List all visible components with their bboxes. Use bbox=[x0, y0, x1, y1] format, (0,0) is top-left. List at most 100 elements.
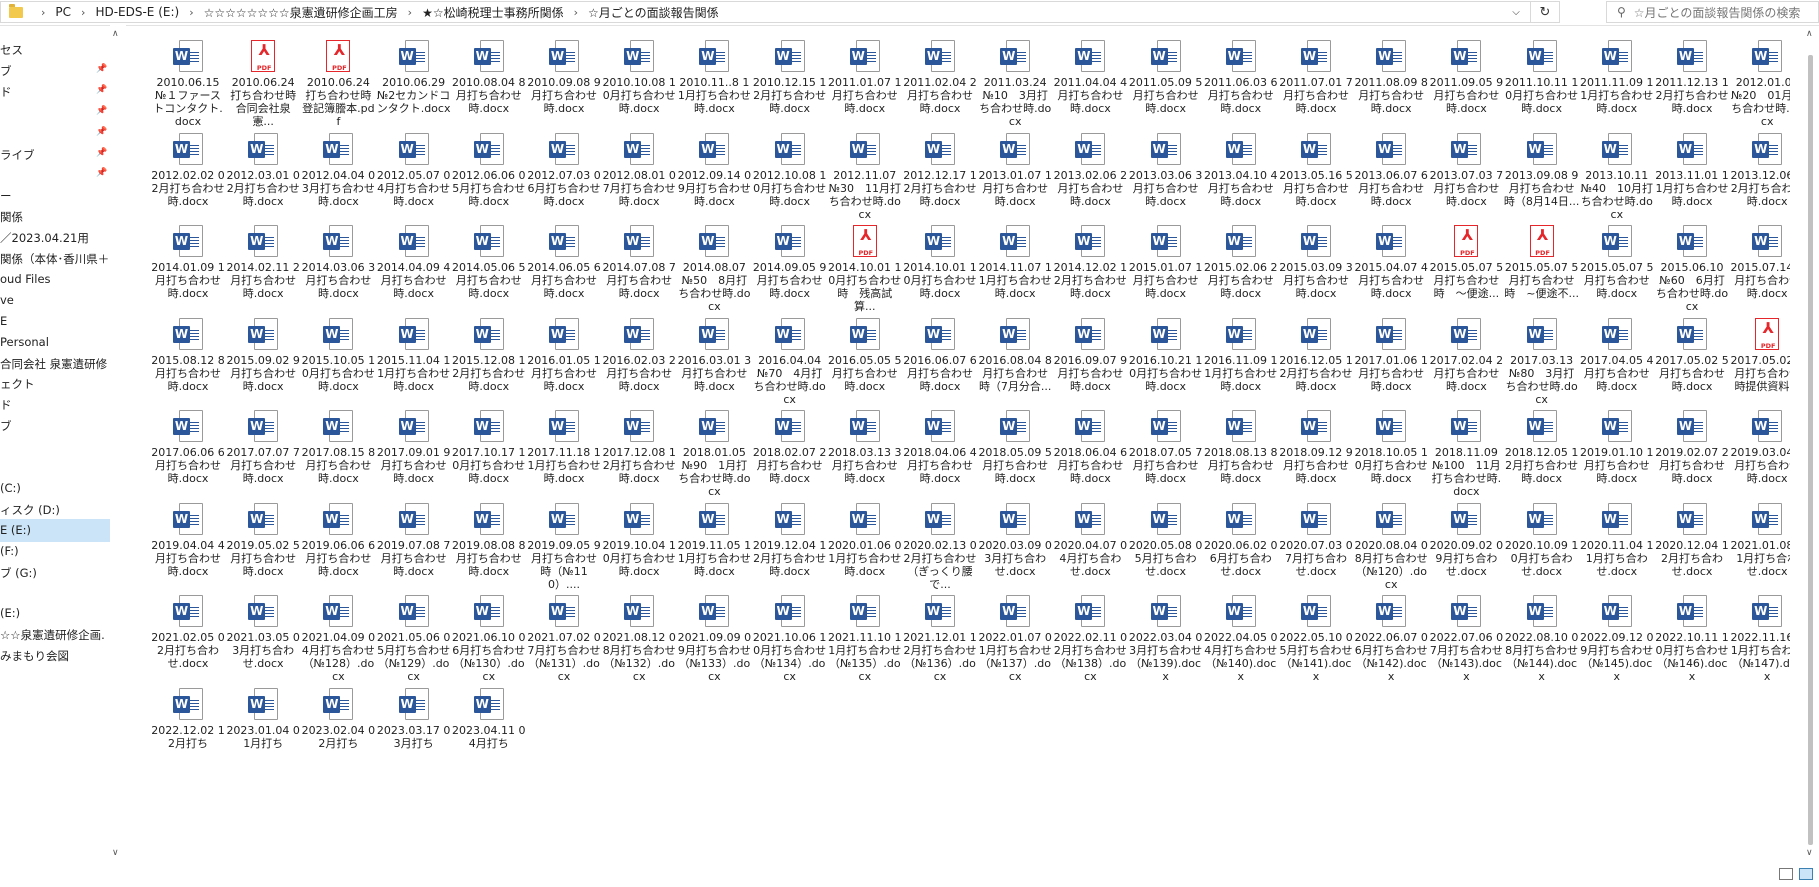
word-file-item[interactable]: 2018.03.13 3月打ち合わせ時.docx bbox=[827, 410, 903, 485]
word-file-item[interactable]: 2013.02.06 2月打ち合わせ時.docx bbox=[1052, 132, 1128, 208]
pdf-file-item[interactable]: ⅄ PDF 2015.05.07 5月打ち合わせ時 ~便途不... bbox=[1504, 225, 1580, 300]
word-file-item[interactable]: 2022.01.07 01月打ち合わせ（№137）.docx bbox=[977, 595, 1053, 683]
word-file-item[interactable]: 2011.08.09 8月打ち合わせ時.docx bbox=[1353, 40, 1429, 115]
scroll-up-icon[interactable]: ∧ bbox=[1806, 29, 1813, 39]
nav-item[interactable]: セス bbox=[0, 42, 23, 58]
nav-item[interactable]: (C:) bbox=[0, 481, 21, 495]
word-file-item[interactable]: 2017.02.04 2月打ち合わせ時.docx bbox=[1428, 317, 1504, 393]
word-file-item[interactable]: 2011.03.24 №10 3月打ち合わせ時.docx bbox=[977, 40, 1053, 128]
word-file-item[interactable]: 2016.02.03 2月打ち合わせ時.docx bbox=[601, 317, 677, 393]
word-file-item[interactable]: 2021.06.10 06月打ち合わせ（№130）.docx bbox=[451, 595, 527, 683]
word-file-item[interactable]: 2016.06.07 6月打ち合わせ時.docx bbox=[902, 317, 978, 393]
word-file-item[interactable]: 2022.08.10 08月打ち合わせ（№144).docx bbox=[1504, 595, 1580, 683]
word-file-item[interactable]: 2015.11.04 11月打ち合わせ時.docx bbox=[376, 317, 452, 393]
word-file-item[interactable]: 2022.05.10 05月打ち合わせ（№141).docx bbox=[1278, 595, 1354, 683]
word-file-item[interactable]: 2021.08.12 08月打ち合わせ（№132）.docx bbox=[601, 595, 677, 683]
word-file-item[interactable]: 2015.09.02 9月打ち合わせ時.docx bbox=[225, 317, 301, 393]
chevron-right-icon[interactable]: › bbox=[81, 6, 85, 19]
nav-item[interactable]: みまもり会図 bbox=[0, 648, 69, 664]
details-view-icon[interactable] bbox=[1779, 868, 1793, 880]
word-file-item[interactable]: 2019.05.02 5月打ち合わせ時.docx bbox=[225, 502, 301, 578]
pdf-file-item[interactable]: ⅄ PDF 2010.06.24 打ち合わせ時 合同会社泉憲... bbox=[225, 40, 307, 128]
word-file-item[interactable]: 2014.04.09 4月打ち合わせ時.docx bbox=[376, 225, 452, 300]
word-file-item[interactable]: 2010.10.08 10月打ち合わせ時.docx bbox=[601, 40, 677, 115]
word-file-item[interactable]: 2014.11.07 11月打ち合わせ時.docx bbox=[977, 225, 1053, 300]
word-file-item[interactable]: 2012.07.03 06月打ち合わせ時.docx bbox=[526, 132, 602, 208]
word-file-item[interactable]: 2023.01.04 01月打ち bbox=[225, 687, 301, 750]
word-file-item[interactable]: 2015.03.09 3月打ち合わせ時.docx bbox=[1278, 225, 1354, 300]
breadcrumb-drive[interactable]: HD-EDS-E (E:) bbox=[95, 5, 179, 19]
nav-item[interactable]: ー bbox=[0, 188, 12, 204]
word-file-item[interactable]: 2023.03.17 03月打ち bbox=[376, 687, 452, 750]
chevron-right-icon[interactable]: › bbox=[574, 6, 578, 19]
scroll-down-icon[interactable]: ∨ bbox=[112, 848, 119, 858]
word-file-item[interactable]: 2016.09.07 9月打ち合わせ時.docx bbox=[1052, 317, 1128, 393]
word-file-item[interactable]: 2016.08.04 8月打ち合わせ時（7月分合... bbox=[977, 317, 1053, 393]
word-file-item[interactable]: 2014.03.06 3月打ち合わせ時.docx bbox=[300, 225, 376, 300]
word-file-item[interactable]: 2022.03.04 03月打ち合わせ（№139).docx bbox=[1128, 595, 1204, 683]
word-file-item[interactable]: 2014.10.01 10月打ち合わせ時.docx bbox=[902, 225, 978, 300]
word-file-item[interactable]: 2012.05.07 04月打ち合わせ時.docx bbox=[376, 132, 452, 208]
search-box[interactable]: ⚲ ☆月ごとの面談報告関係の検索 bbox=[1606, 1, 1819, 23]
word-file-item[interactable]: 2019.09.05 9月打ち合わせ時（№110）.... bbox=[526, 502, 602, 591]
word-file-item[interactable]: 2023.02.04 02月打ち bbox=[300, 687, 376, 750]
word-file-item[interactable]: 2021.01.08 01月打ち合わせ.docx bbox=[1729, 502, 1790, 578]
word-file-item[interactable]: 2011.11.09 11月打ち合わせ時.docx bbox=[1579, 40, 1655, 115]
scroll-up-icon[interactable]: ∧ bbox=[112, 29, 119, 39]
word-file-item[interactable]: 2012.02.02 02月打ち合わせ時.docx bbox=[150, 132, 226, 208]
nav-item[interactable]: ド bbox=[0, 84, 12, 100]
word-file-item[interactable]: 2022.02.11 02月打ち合わせ（№138）.docx bbox=[1052, 595, 1128, 683]
word-file-item[interactable]: 2020.04.07 04月打ち合わせ.docx bbox=[1052, 502, 1128, 578]
word-file-item[interactable]: 2019.01.10 1月打ち合わせ時.docx bbox=[1579, 410, 1655, 485]
word-file-item[interactable]: 2015.01.07 1月打ち合わせ時.docx bbox=[1128, 225, 1204, 300]
word-file-item[interactable]: 2013.09.08 9月打ち合わせ時（8月14日... bbox=[1504, 132, 1580, 208]
word-file-item[interactable]: 2022.06.07 06月打ち合わせ（№142).docx bbox=[1353, 595, 1429, 683]
nav-item[interactable]: 関係（本体･香川県＋ bbox=[0, 251, 109, 267]
word-file-item[interactable]: 2019.11.05 11月打ち合わせ時.docx bbox=[676, 502, 752, 578]
word-file-item[interactable]: 2021.12.01 12月打ち合わせ（№136）.docx bbox=[902, 595, 978, 683]
word-file-item[interactable]: 2023.04.11 04月打ち bbox=[451, 687, 527, 750]
word-file-item[interactable]: 2012.10.08 10月打ち合わせ時.docx bbox=[752, 132, 828, 208]
word-file-item[interactable]: 2015.08.12 8月打ち合わせ時.docx bbox=[150, 317, 226, 393]
nav-item[interactable]: E (E:) bbox=[0, 523, 31, 537]
word-file-item[interactable]: 2015.06.10 №60 6月打ち合わせ時.docx bbox=[1654, 225, 1730, 313]
word-file-item[interactable]: 2013.12.06 12月打ち合わせ時.docx bbox=[1729, 132, 1790, 208]
word-file-item[interactable]: 2017.10.17 10月打ち合わせ時.docx bbox=[451, 410, 527, 485]
pdf-file-item[interactable]: ⅄ PDF 2010.06.24 打ち合わせ時 登記簿謄本.pdf bbox=[300, 40, 382, 128]
word-file-item[interactable]: 2011.07.01 7月打ち合わせ時.docx bbox=[1278, 40, 1354, 115]
word-file-item[interactable]: 2019.03.04 3月打ち合わせ時.docx bbox=[1729, 410, 1790, 485]
word-file-item[interactable]: 2022.09.12 09月打ち合わせ（№145).docx bbox=[1579, 595, 1655, 683]
word-file-item[interactable]: 2011.12.13 12月打ち合わせ時.docx bbox=[1654, 40, 1730, 115]
word-file-item[interactable]: 2021.09.09 09月打ち合わせ（№133）.docx bbox=[676, 595, 752, 683]
word-file-item[interactable]: 2011.06.03 6月打ち合わせ時.docx bbox=[1203, 40, 1279, 115]
nav-item[interactable]: ライブ bbox=[0, 147, 35, 163]
word-file-item[interactable]: 2012.03.01 02月打ち合わせ時.docx bbox=[225, 132, 301, 208]
word-file-item[interactable]: 2021.02.05 02月打ち合わせ.docx bbox=[150, 595, 226, 670]
scroll-down-icon[interactable]: ∨ bbox=[1806, 848, 1813, 858]
nav-item[interactable]: ブ (G:) bbox=[0, 565, 37, 581]
nav-item[interactable]: ド bbox=[0, 397, 12, 413]
word-file-item[interactable]: 2017.09.01 9月打ち合わせ時.docx bbox=[376, 410, 452, 485]
word-file-item[interactable]: 2014.06.05 6月打ち合わせ時.docx bbox=[526, 225, 602, 300]
word-file-item[interactable]: 2018.05.09 5月打ち合わせ時.docx bbox=[977, 410, 1053, 485]
word-file-item[interactable]: 2010.11..8 11月打ち合わせ時.docx bbox=[676, 40, 752, 115]
address-bar[interactable]: › PC › HD-EDS-E (E:) › ☆☆☆☆☆☆☆☆泉憲遺研修企画工房… bbox=[0, 1, 1560, 23]
word-file-item[interactable]: 2012.06.06 05月打ち合わせ時.docx bbox=[451, 132, 527, 208]
word-file-item[interactable]: 2012.11.07 №30 11月打ち合わせ時.docx bbox=[827, 132, 903, 221]
word-file-item[interactable]: 2011.01.07 1月打ち合わせ時.docx bbox=[827, 40, 903, 115]
word-file-item[interactable]: 2019.08.08 8月打ち合わせ時.docx bbox=[451, 502, 527, 578]
word-file-item[interactable]: 2018.07.05 7月打ち合わせ時.docx bbox=[1128, 410, 1204, 485]
word-file-item[interactable]: 2015.10.05 10月打ち合わせ時.docx bbox=[300, 317, 376, 393]
word-file-item[interactable]: 2019.02.07 2月打ち合わせ時.docx bbox=[1654, 410, 1730, 485]
word-file-item[interactable]: 2019.12.04 12月打ち合わせ時.docx bbox=[752, 502, 828, 578]
breadcrumb-folder-2[interactable]: ★☆松崎税理士事務所関係 bbox=[422, 4, 564, 21]
word-file-item[interactable]: 2013.10.11 №40 10月打ち合わせ時.docx bbox=[1579, 132, 1655, 221]
word-file-item[interactable]: 2010.08.04 8月打ち合わせ時.docx bbox=[451, 40, 527, 115]
nav-item[interactable]: oud Files bbox=[0, 272, 51, 286]
breadcrumb-pc[interactable]: PC bbox=[55, 5, 71, 19]
word-file-item[interactable]: 2020.12.04 12月打ち合わせ.docx bbox=[1654, 502, 1730, 578]
nav-item[interactable]: (F:) bbox=[0, 544, 19, 558]
nav-item[interactable]: ィスク (D:) bbox=[0, 502, 60, 518]
word-file-item[interactable]: 2012.01.04 №20 01月打ち合わせ時.docx bbox=[1729, 40, 1790, 128]
word-file-item[interactable]: 2011.10.11 10月打ち合わせ時.docx bbox=[1504, 40, 1580, 115]
